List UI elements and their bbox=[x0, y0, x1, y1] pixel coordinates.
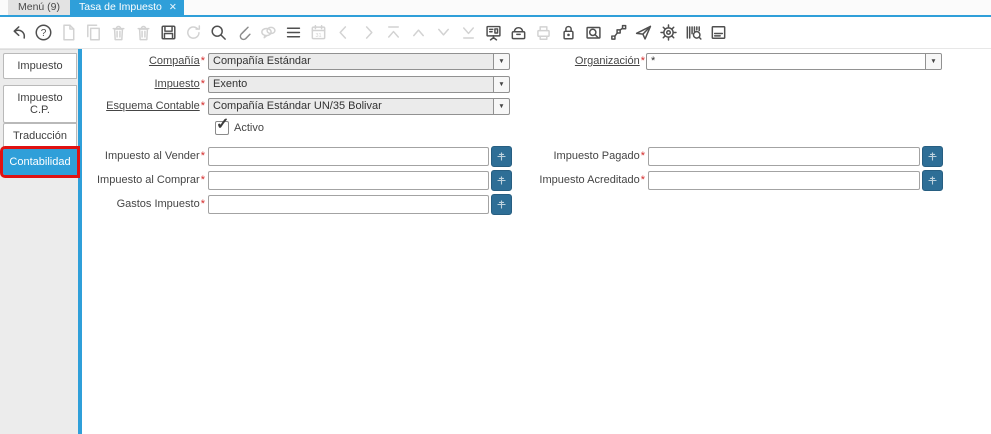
chevron-down-icon[interactable]: ▼ bbox=[493, 77, 509, 92]
undo-icon[interactable] bbox=[6, 21, 31, 45]
archive-icon[interactable] bbox=[506, 21, 531, 45]
copy-record-icon bbox=[81, 21, 106, 45]
tax-rate-window: Menú (9) Tasa de Impuesto ✕ ? 31 Impuesto Im… bbox=[0, 0, 991, 434]
grid-toggle-icon[interactable] bbox=[281, 21, 306, 45]
activo-checkbox[interactable]: ✓ bbox=[215, 117, 229, 135]
sidebar-tab-list: Impuesto Impuesto C.P. Traducción Contabili… bbox=[0, 49, 80, 434]
save-icon[interactable] bbox=[156, 21, 181, 45]
impuesto-value: Exento bbox=[213, 78, 248, 90]
field-label-impuesto-al-comprar: Impuesto al Comprar* bbox=[97, 174, 205, 186]
tab-menu[interactable]: Menú (9) bbox=[8, 0, 71, 15]
previous-record-icon bbox=[331, 21, 356, 45]
chevron-down-icon[interactable]: ▼ bbox=[925, 54, 941, 69]
lock-icon[interactable] bbox=[556, 21, 581, 45]
workflow-icon[interactable] bbox=[606, 21, 631, 45]
chevron-down-icon[interactable]: ▼ bbox=[493, 54, 509, 69]
field-label-impuesto[interactable]: Impuesto* bbox=[82, 78, 205, 91]
account-chooser-icon bbox=[497, 152, 506, 161]
check-icon: ✓ bbox=[216, 116, 230, 133]
account-chooser-icon bbox=[928, 152, 937, 161]
print-icon bbox=[531, 21, 556, 45]
delete-selection-icon bbox=[131, 21, 156, 45]
field-label-gastos-impuesto: Gastos Impuesto* bbox=[116, 198, 205, 210]
new-record-icon bbox=[56, 21, 81, 45]
sidebar-tab-traduccion[interactable]: Traducción bbox=[3, 123, 77, 149]
zoom-across-icon[interactable] bbox=[581, 21, 606, 45]
sidebar-tab-impuesto[interactable]: Impuesto bbox=[3, 53, 77, 79]
process-gear-icon[interactable] bbox=[656, 21, 681, 45]
tab-label: Tasa de Impuesto bbox=[79, 1, 162, 13]
field-label-organizacion[interactable]: Organización* bbox=[522, 55, 645, 68]
first-record-icon bbox=[381, 21, 406, 45]
chat-icon bbox=[256, 21, 281, 45]
report-icon[interactable] bbox=[481, 21, 506, 45]
organizacion-value: * bbox=[651, 55, 656, 67]
parent-record-icon bbox=[406, 21, 431, 45]
field-label-esquema-contable[interactable]: Esquema Contable* bbox=[82, 100, 205, 113]
svg-text:?: ? bbox=[41, 28, 47, 39]
impuesto-al-vender-account-button[interactable] bbox=[491, 146, 512, 167]
impuesto-pagado-account-button[interactable] bbox=[922, 146, 943, 167]
toolbar: ? 31 bbox=[0, 17, 991, 49]
compania-select[interactable]: Compañía Estándar ▼ bbox=[208, 53, 510, 70]
chevron-down-icon[interactable]: ▼ bbox=[493, 99, 509, 114]
impuesto-pagado-input[interactable] bbox=[648, 147, 920, 166]
field-label-impuesto-al-vender: Impuesto al Vender* bbox=[104, 150, 205, 162]
request-send-icon[interactable] bbox=[631, 21, 656, 45]
find-icon[interactable] bbox=[206, 21, 231, 45]
gastos-impuesto-account-button[interactable] bbox=[491, 194, 512, 215]
sidebar-tab-impuesto-cp[interactable]: Impuesto C.P. bbox=[3, 85, 77, 123]
impuesto-select[interactable]: Exento ▼ bbox=[208, 76, 510, 93]
help-icon[interactable]: ? bbox=[31, 21, 56, 45]
compania-value: Compañía Estándar bbox=[213, 55, 311, 67]
organizacion-select[interactable]: * ▼ bbox=[646, 53, 942, 70]
window-tab-bar: Menú (9) Tasa de Impuesto ✕ bbox=[0, 0, 991, 17]
accounting-form: Compañía* Compañía Estándar ▼ Organizaci… bbox=[82, 49, 991, 434]
esquema-contable-select[interactable]: Compañía Estándar UN/35 Bolivar ▼ bbox=[208, 98, 510, 115]
refresh-icon bbox=[181, 21, 206, 45]
product-info-icon[interactable] bbox=[681, 21, 706, 45]
esquema-contable-value: Compañía Estándar UN/35 Bolivar bbox=[213, 100, 382, 112]
delete-record-icon bbox=[106, 21, 131, 45]
gastos-impuesto-input[interactable] bbox=[208, 195, 489, 214]
svg-text:31: 31 bbox=[315, 33, 321, 39]
impuesto-al-comprar-account-button[interactable] bbox=[491, 170, 512, 191]
window-customization-icon[interactable] bbox=[706, 21, 731, 45]
field-label-impuesto-pagado: Impuesto Pagado* bbox=[553, 150, 645, 162]
next-record-icon bbox=[356, 21, 381, 45]
close-tab-icon[interactable]: ✕ bbox=[169, 0, 177, 15]
account-chooser-icon bbox=[928, 176, 937, 185]
impuesto-acreditado-account-button[interactable] bbox=[922, 170, 943, 191]
impuesto-acreditado-input[interactable] bbox=[648, 171, 920, 190]
calendar-icon: 31 bbox=[306, 21, 331, 45]
sidebar-tab-contabilidad[interactable]: Contabilidad bbox=[0, 146, 80, 178]
activo-label: Activo bbox=[234, 122, 264, 134]
attachment-icon[interactable] bbox=[231, 21, 256, 45]
detail-record-icon bbox=[431, 21, 456, 45]
account-chooser-icon bbox=[497, 176, 506, 185]
field-label-impuesto-acreditado: Impuesto Acreditado* bbox=[539, 174, 645, 186]
impuesto-al-comprar-input[interactable] bbox=[208, 171, 489, 190]
account-chooser-icon bbox=[497, 200, 506, 209]
last-record-icon bbox=[456, 21, 481, 45]
tab-tasa-de-impuesto[interactable]: Tasa de Impuesto ✕ bbox=[70, 0, 184, 15]
field-label-compania[interactable]: Compañía* bbox=[82, 55, 205, 68]
impuesto-al-vender-input[interactable] bbox=[208, 147, 489, 166]
